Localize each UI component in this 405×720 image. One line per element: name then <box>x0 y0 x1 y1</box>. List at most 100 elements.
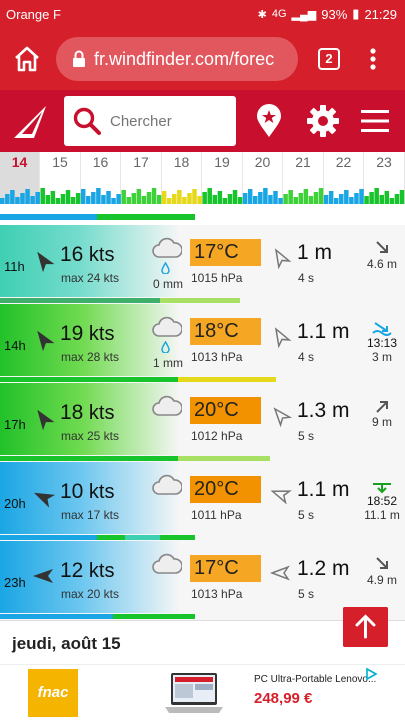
wind-strip-bar <box>364 196 369 204</box>
wind-strip-bar <box>197 196 202 204</box>
wind-strip-bar <box>217 191 223 204</box>
wind-strip-bar <box>126 197 131 204</box>
wind-overview-strip <box>0 188 405 204</box>
wind-strip-bar <box>30 196 35 204</box>
wind-strip-bar <box>328 191 334 204</box>
tide-height: 11.1 m <box>364 508 400 522</box>
wind-speed: 16 <box>60 243 84 266</box>
wind-strip-bar <box>55 198 61 204</box>
wind-gust: max 28 kts <box>61 350 120 364</box>
hamburger-menu-icon[interactable] <box>361 107 389 135</box>
forecast-hour: 23h <box>4 575 26 590</box>
pressure: 1013 hPa <box>191 350 243 364</box>
status-bar: Orange F ✱ 4G ▂▄▆ 93% ▮ 21:29 <box>0 0 405 28</box>
temperature: 17°C <box>190 239 261 266</box>
wind-speed: 19 <box>60 322 84 345</box>
wind-strip-bar <box>5 194 10 204</box>
wind-strip-bar <box>166 198 172 204</box>
wind-unit: kts <box>88 560 115 582</box>
wind-strip-bar <box>222 198 228 204</box>
forecast-row[interactable]: 14h 19 kts max 28 kts 1 mm 18°C 1013 hPa 1.1 m… <box>0 304 405 383</box>
clock: 21:29 <box>364 6 397 22</box>
cloud-icon <box>152 395 182 416</box>
wave-height: 1 m <box>297 241 333 264</box>
wind-strip-bar <box>80 189 86 204</box>
wind-strip-bar <box>50 191 56 204</box>
wave-direction-arrow-icon <box>274 248 292 270</box>
gear-icon[interactable] <box>306 104 340 138</box>
tide-height: 4.6 m <box>366 257 397 271</box>
advertisement-banner[interactable]: fnac PC Ultra-Portable Lenovo... 248,99 … <box>0 664 405 720</box>
pressure: 1012 hPa <box>191 429 243 443</box>
wind-strip-bar <box>101 195 106 204</box>
wind-strip-bar <box>40 188 45 204</box>
address-bar[interactable]: fr.windfinder.com/forec <box>56 37 298 81</box>
forecast-hour: 20h <box>4 496 26 511</box>
forecast-row[interactable]: 20h 10 kts max 17 kts 20°C 1011 hPa 1.1 m 5 s 1… <box>0 462 405 541</box>
forecast-row[interactable]: 11h 16 kts max 24 kts 0 mm 17°C 1015 hPa 1 m 4 … <box>0 225 405 304</box>
wind-strip-bar <box>258 192 263 204</box>
wind-strip-bar <box>75 193 81 204</box>
wave-height: 1.1 m <box>297 478 350 501</box>
wind-strip-bar <box>384 191 390 204</box>
battery-icon: ▮ <box>352 6 360 21</box>
wind-strip-bar <box>91 192 96 204</box>
wind-strip-bar <box>136 189 142 204</box>
gust-color-bar <box>0 614 113 619</box>
scroll-to-top-button[interactable] <box>343 607 388 647</box>
date-label: jeudi, août 15 <box>12 634 121 653</box>
wind-strip-bar <box>15 197 20 204</box>
tide-time: 13:13 <box>366 336 398 350</box>
wave-height: 1.1 m <box>297 320 350 343</box>
more-menu-icon[interactable] <box>366 44 380 74</box>
windfinder-logo[interactable] <box>12 104 48 140</box>
gust-color-bar <box>125 535 160 540</box>
wind-strip-bar <box>192 189 197 204</box>
wind-strip-bar <box>187 193 192 204</box>
wave-period: 5 s <box>298 587 315 601</box>
tab-switcher-button[interactable]: 2 <box>318 48 340 70</box>
search-input[interactable] <box>110 112 230 130</box>
app-header <box>0 90 405 152</box>
wind-strip-bar <box>298 193 304 204</box>
wind-strip-bar <box>253 196 258 204</box>
rain-amount: 0 mm <box>153 277 183 291</box>
wind-strip-bar <box>242 193 248 204</box>
wind-speed: 18 <box>60 401 84 424</box>
wind-speed: 12 <box>60 559 84 582</box>
wind-strip-bar <box>399 190 405 204</box>
search-box[interactable] <box>64 96 236 146</box>
high-tide-icon <box>372 322 392 336</box>
gust-color-bar <box>160 298 240 303</box>
low-tide-icon <box>373 483 391 494</box>
wind-unit: kts <box>88 402 115 424</box>
home-icon[interactable] <box>12 44 42 74</box>
tide-height: 9 m <box>371 415 392 429</box>
wind-strip-bar <box>394 194 400 204</box>
bluetooth-icon: ✱ <box>257 8 267 21</box>
wind-direction-arrow-icon <box>33 569 53 583</box>
location-pin-icon[interactable] <box>255 104 283 138</box>
wave-period: 5 s <box>298 508 315 522</box>
wind-strip-bar <box>349 197 354 204</box>
wind-strip-bar <box>278 198 283 204</box>
forecast-row[interactable]: 17h 18 kts max 25 kts 20°C 1012 hPa 1.3 m 5 s 9… <box>0 383 405 462</box>
wind-strip-bar <box>146 192 152 204</box>
wind-strip-bar <box>283 194 288 204</box>
temperature: 20°C <box>190 397 261 424</box>
battery-level: 93% <box>321 6 348 22</box>
signal-icon: ▂▄▆ <box>291 8 317 21</box>
wind-strip-bar <box>86 196 91 204</box>
wind-strip-bar <box>323 195 329 204</box>
wind-strip-bar <box>303 189 309 204</box>
gust-color-bar <box>0 377 178 382</box>
pressure: 1011 hPa <box>191 508 242 522</box>
wind-strip-bar <box>202 192 207 204</box>
adchoices-icon[interactable] <box>364 667 378 681</box>
forecast-hour: 11h <box>4 259 25 274</box>
wind-strip-bar <box>161 191 167 204</box>
wind-gust: max 20 kts <box>61 587 120 601</box>
wind-strip-bar <box>106 191 111 204</box>
cloud-icon <box>152 237 182 258</box>
wave-direction-arrow-icon <box>270 565 290 581</box>
